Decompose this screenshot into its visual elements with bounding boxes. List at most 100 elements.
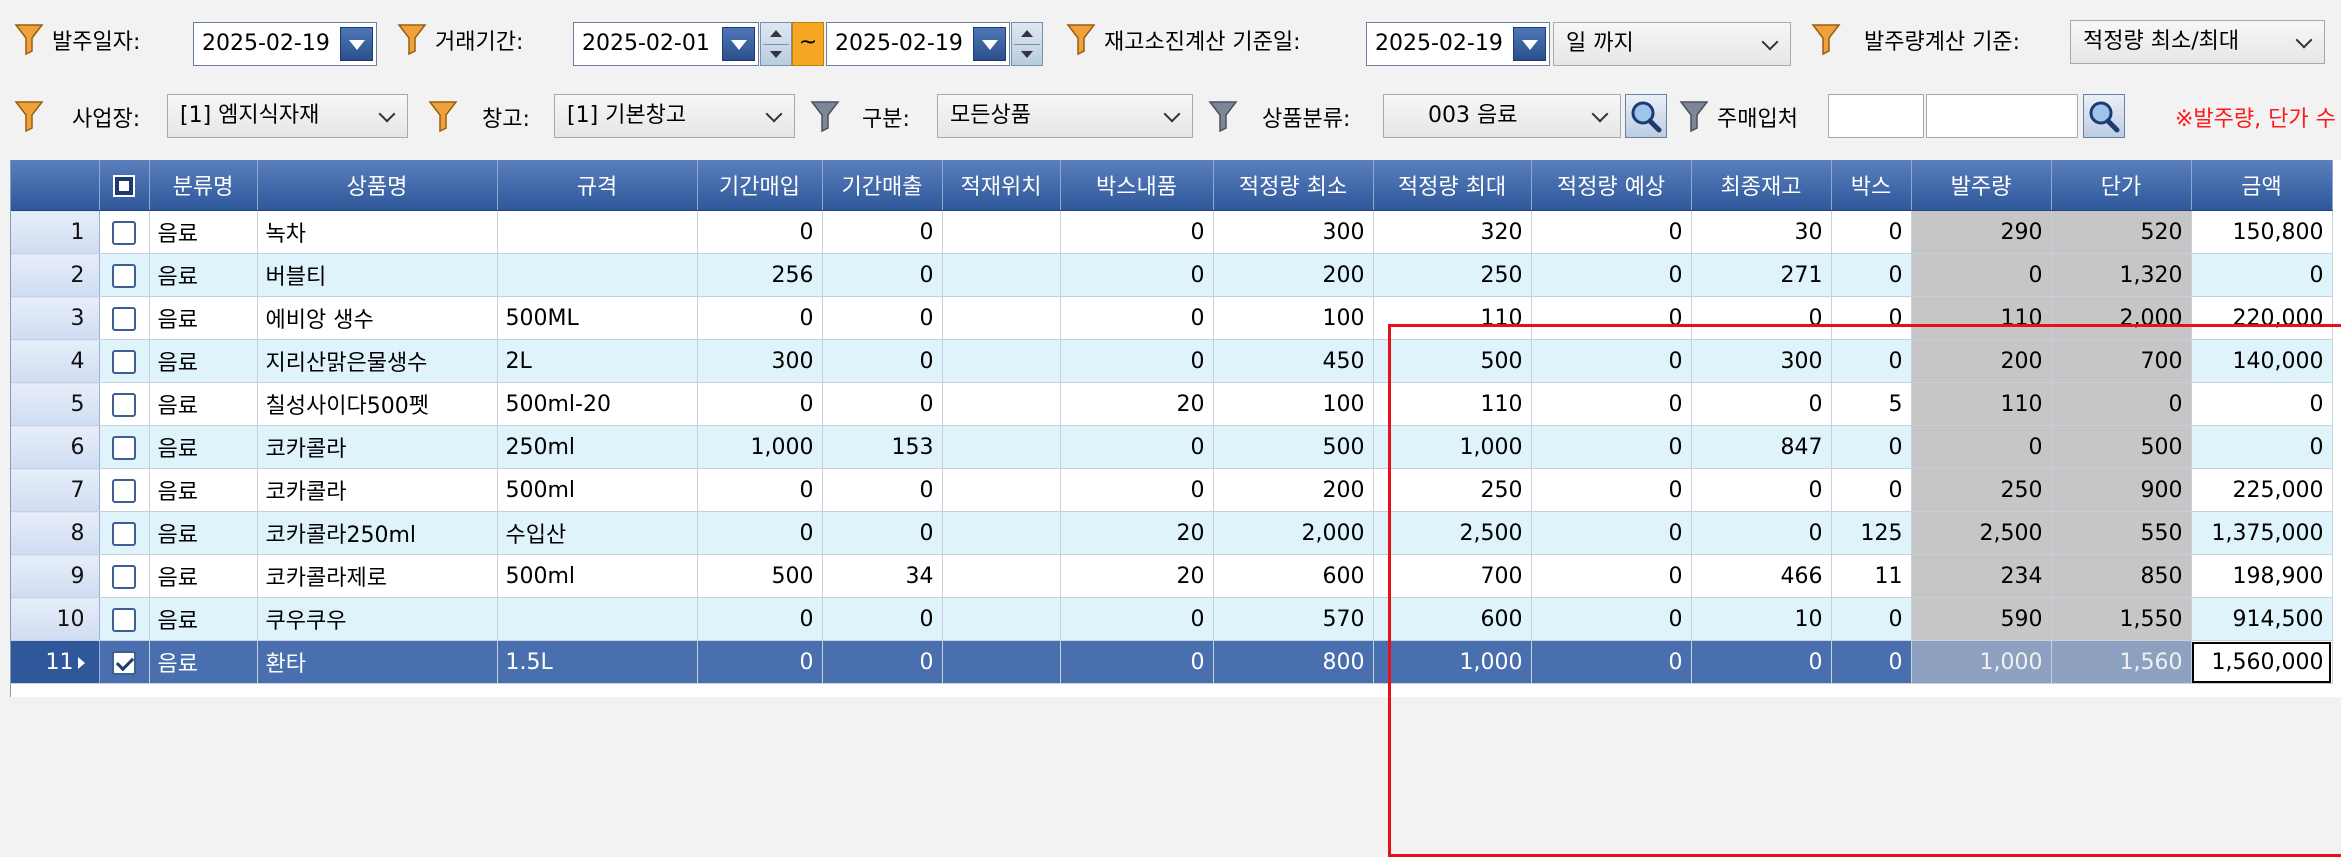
table-row[interactable]: 11 음료 환타 1.5L 0 0 0 800 1,000 0 0 0 1,000 1,560 1,560,… bbox=[11, 640, 2333, 684]
select-all-checkbox[interactable] bbox=[99, 160, 150, 211]
cell-order-qty[interactable]: 110 bbox=[1911, 296, 2052, 340]
col-header-max[interactable]: 적정량 최대 bbox=[1373, 160, 1532, 211]
stock-calc-date-picker[interactable]: 2025-02-19 bbox=[1366, 22, 1550, 66]
cell-unit-price[interactable]: 1,560 bbox=[2051, 640, 2192, 684]
row-checkbox-cell[interactable] bbox=[99, 511, 150, 555]
cell-order-qty[interactable]: 200 bbox=[1911, 339, 2052, 383]
cell-amount[interactable]: 0 bbox=[2191, 382, 2333, 426]
spin-up-icon[interactable] bbox=[1021, 30, 1033, 37]
cell-order-qty[interactable]: 110 bbox=[1911, 382, 2052, 426]
cell-amount[interactable]: 225,000 bbox=[2191, 468, 2333, 512]
cell-unit-price[interactable]: 0 bbox=[2051, 382, 2192, 426]
col-header-category[interactable]: 분류명 bbox=[149, 160, 258, 211]
col-header-box-qty[interactable]: 박스내품 bbox=[1060, 160, 1214, 211]
filter-funnel-icon[interactable] bbox=[397, 22, 427, 56]
row-number[interactable]: 1 bbox=[11, 210, 100, 254]
checkbox-icon[interactable] bbox=[112, 478, 136, 503]
row-checkbox-cell[interactable] bbox=[99, 425, 150, 469]
chevron-down-icon[interactable] bbox=[1513, 27, 1546, 61]
row-number[interactable]: 9 bbox=[11, 554, 100, 598]
col-header-box[interactable]: 박스 bbox=[1831, 160, 1912, 211]
cell-order-qty[interactable]: 0 bbox=[1911, 425, 2052, 469]
checkbox-icon[interactable] bbox=[112, 349, 136, 374]
checkbox-icon[interactable] bbox=[112, 306, 136, 331]
cell-unit-price[interactable]: 700 bbox=[2051, 339, 2192, 383]
cell-amount[interactable]: 0 bbox=[2191, 425, 2333, 469]
cell-unit-price[interactable]: 520 bbox=[2051, 210, 2192, 254]
cell-unit-price[interactable]: 850 bbox=[2051, 554, 2192, 598]
cell-amount[interactable]: 1,375,000 bbox=[2191, 511, 2333, 555]
trade-period-to-picker[interactable]: 2025-02-19 bbox=[826, 22, 1010, 66]
period-tilde-button[interactable]: ~ bbox=[792, 22, 824, 66]
spin-down-icon[interactable] bbox=[1021, 51, 1033, 58]
order-qty-basis-combo[interactable]: 적정량 최소/최대 bbox=[2070, 20, 2325, 64]
row-checkbox-cell[interactable] bbox=[99, 296, 150, 340]
chevron-down-icon[interactable] bbox=[973, 27, 1006, 61]
cell-order-qty[interactable]: 1,000 bbox=[1911, 640, 2052, 684]
row-checkbox-cell[interactable] bbox=[99, 210, 150, 254]
cell-unit-price[interactable]: 900 bbox=[2051, 468, 2192, 512]
col-header-product-name[interactable]: 상품명 bbox=[257, 160, 498, 211]
cell-unit-price[interactable]: 550 bbox=[2051, 511, 2192, 555]
table-row[interactable]: 5 음료 칠성사이다500펫 500ml-20 0 0 20 100 110 0 0 5 110 0 0 bbox=[11, 382, 2333, 426]
period-spinner[interactable] bbox=[1011, 22, 1043, 66]
col-header-period-sales[interactable]: 기간매출 bbox=[822, 160, 943, 211]
cell-order-qty[interactable]: 234 bbox=[1911, 554, 2052, 598]
checkbox-icon[interactable] bbox=[112, 263, 136, 288]
col-header-spec[interactable]: 규격 bbox=[497, 160, 698, 211]
col-header-amount[interactable]: 금액 bbox=[2191, 160, 2333, 211]
row-number[interactable]: 5 bbox=[11, 382, 100, 426]
checkbox-icon[interactable] bbox=[112, 564, 136, 589]
row-number[interactable]: 6 bbox=[11, 425, 100, 469]
cell-order-qty[interactable]: 2,500 bbox=[1911, 511, 2052, 555]
row-checkbox-cell[interactable] bbox=[99, 554, 150, 598]
supplier-code-input[interactable] bbox=[1828, 94, 1924, 138]
filter-funnel-icon[interactable] bbox=[1208, 99, 1238, 133]
filter-funnel-icon[interactable] bbox=[1811, 22, 1841, 56]
row-number[interactable]: 3 bbox=[11, 296, 100, 340]
col-header-expected[interactable]: 적정량 예상 bbox=[1531, 160, 1692, 211]
product-class-search-button[interactable] bbox=[1625, 94, 1667, 138]
row-checkbox-cell[interactable] bbox=[99, 253, 150, 297]
trade-period-from-picker[interactable]: 2025-02-01 bbox=[573, 22, 759, 66]
cell-amount[interactable]: 1,560,000 bbox=[2191, 640, 2333, 684]
table-row[interactable]: 6 음료 코카콜라 250ml 1,000 153 0 500 1,000 0 847 0 0 500 0 bbox=[11, 425, 2333, 469]
cell-order-qty[interactable]: 0 bbox=[1911, 253, 2052, 297]
col-header-location[interactable]: 적재위치 bbox=[942, 160, 1061, 211]
filter-funnel-icon[interactable] bbox=[14, 22, 44, 56]
row-checkbox-cell[interactable] bbox=[99, 382, 150, 426]
row-checkbox-cell[interactable] bbox=[99, 339, 150, 383]
cell-unit-price[interactable]: 500 bbox=[2051, 425, 2192, 469]
filter-funnel-icon[interactable] bbox=[14, 99, 44, 133]
row-checkbox-cell[interactable] bbox=[99, 640, 150, 684]
col-header-period-purchase[interactable]: 기간매입 bbox=[697, 160, 823, 211]
table-row[interactable]: 9 음료 코카콜라제로 500ml 500 34 20 600 700 0 466 11 234 850 1… bbox=[11, 554, 2333, 598]
row-number[interactable]: 8 bbox=[11, 511, 100, 555]
cell-order-qty[interactable]: 250 bbox=[1911, 468, 2052, 512]
row-number[interactable]: 10 bbox=[11, 597, 100, 641]
checkbox-icon[interactable] bbox=[112, 650, 136, 675]
table-row[interactable]: 1 음료 녹차 0 0 0 300 320 0 30 0 290 520 150,800 bbox=[11, 210, 2333, 254]
filter-funnel-icon[interactable] bbox=[1679, 99, 1709, 133]
cell-amount[interactable]: 140,000 bbox=[2191, 339, 2333, 383]
category-combo[interactable]: 모든상품 bbox=[937, 94, 1193, 138]
supplier-name-input[interactable] bbox=[1926, 94, 2078, 138]
product-class-combo[interactable]: 003 음료 bbox=[1383, 94, 1621, 138]
cell-amount[interactable]: 220,000 bbox=[2191, 296, 2333, 340]
supplier-search-button[interactable] bbox=[2083, 94, 2125, 138]
until-combo[interactable]: 일 까지 bbox=[1553, 22, 1791, 66]
table-row[interactable]: 10 음료 쿠우쿠우 0 0 0 570 600 0 10 0 590 1,550 914,500 bbox=[11, 597, 2333, 641]
table-row[interactable]: 3 음료 에비앙 생수 500ML 0 0 0 100 110 0 0 0 110 2,000 220,00… bbox=[11, 296, 2333, 340]
spin-down-icon[interactable] bbox=[770, 51, 782, 58]
filter-funnel-icon[interactable] bbox=[1066, 22, 1096, 56]
row-number[interactable]: 4 bbox=[11, 339, 100, 383]
cell-amount[interactable]: 150,800 bbox=[2191, 210, 2333, 254]
order-date-picker[interactable]: 2025-02-19 bbox=[193, 22, 377, 66]
chevron-down-icon[interactable] bbox=[722, 27, 755, 61]
col-header-order-qty[interactable]: 발주량 bbox=[1911, 160, 2052, 211]
cell-unit-price[interactable]: 1,550 bbox=[2051, 597, 2192, 641]
table-row[interactable]: 2 음료 버블티 256 0 0 200 250 0 271 0 0 1,320 0 bbox=[11, 253, 2333, 297]
col-header-min[interactable]: 적정량 최소 bbox=[1213, 160, 1374, 211]
table-row[interactable]: 7 음료 코카콜라 500ml 0 0 0 200 250 0 0 0 250 900 225,000 bbox=[11, 468, 2333, 512]
cell-order-qty[interactable]: 290 bbox=[1911, 210, 2052, 254]
